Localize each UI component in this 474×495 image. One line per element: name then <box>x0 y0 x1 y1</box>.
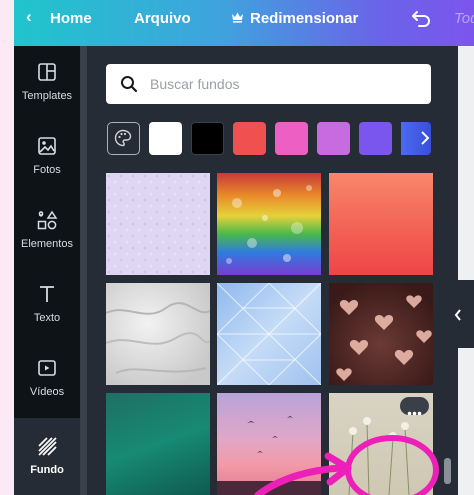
highlight-circle <box>345 435 439 495</box>
annotation-overlay <box>254 435 439 495</box>
